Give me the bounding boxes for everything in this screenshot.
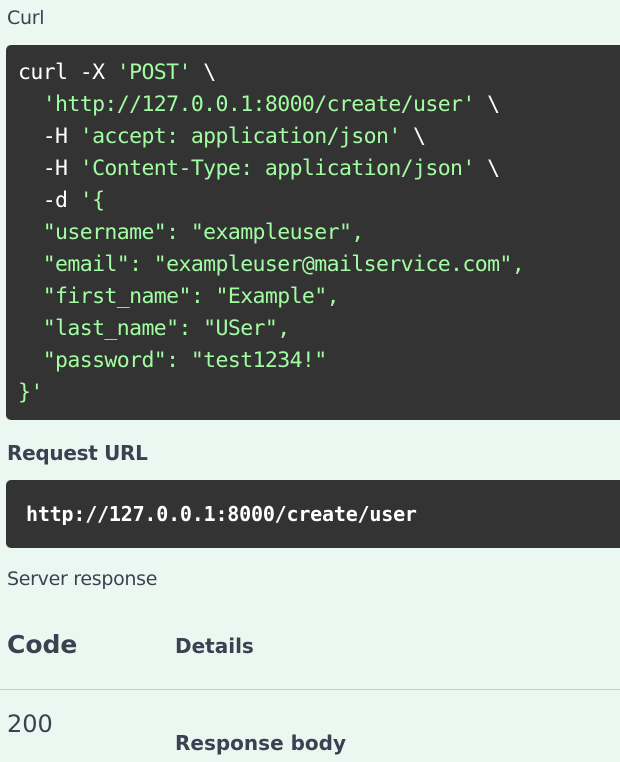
request-url-block[interactable]: http://127.0.0.1:8000/create/user bbox=[6, 480, 620, 548]
code-token: \ bbox=[474, 92, 500, 117]
code-string-token: 'http://127.0.0.1:8000/create/user' bbox=[42, 92, 476, 117]
code-string-token: "first_name": "Example", bbox=[18, 284, 340, 309]
table-divider bbox=[0, 689, 620, 690]
curl-code-line: curl -X 'POST' \ bbox=[18, 57, 620, 89]
curl-code-line: }' bbox=[18, 377, 620, 409]
code-string-token: "email": "exampleuser@mailservice.com", bbox=[18, 252, 525, 277]
request-url-value: http://127.0.0.1:8000/create/user bbox=[26, 502, 417, 526]
curl-code-line: 'http://127.0.0.1:8000/create/user' \ bbox=[18, 89, 620, 121]
curl-code-line: "email": "exampleuser@mailservice.com", bbox=[18, 249, 620, 281]
code-token: \ bbox=[474, 156, 500, 181]
code-token: -d bbox=[18, 188, 80, 213]
code-string-token: 'accept: application/json' bbox=[79, 124, 402, 149]
code-string-token: }' bbox=[18, 380, 43, 405]
code-string-token: "username": "exampleuser", bbox=[18, 220, 365, 245]
curl-code-line: "first_name": "Example", bbox=[18, 281, 620, 313]
code-string-token: "last_name": "USer", bbox=[18, 316, 290, 341]
curl-code-line: -d '{ bbox=[18, 185, 620, 217]
server-response-label: Server response bbox=[7, 568, 158, 590]
response-table-header: Code Details bbox=[7, 630, 620, 660]
curl-code-block[interactable]: curl -X 'POST' \ 'http://127.0.0.1:8000/… bbox=[6, 45, 620, 420]
curl-code-line: -H 'accept: application/json' \ bbox=[18, 121, 620, 153]
code-string-token: "password": "test1234!" bbox=[18, 348, 328, 373]
code-token: -H bbox=[18, 124, 80, 149]
code-token: curl -X bbox=[18, 60, 117, 85]
code-string-token: 'POST' bbox=[116, 60, 192, 85]
response-status-code: 200 bbox=[7, 710, 53, 738]
code-token: \ bbox=[190, 60, 216, 85]
curl-code-line: -H 'Content-Type: application/json' \ bbox=[18, 153, 620, 185]
curl-code-line: "password": "test1234!" bbox=[18, 345, 620, 377]
code-token: -H bbox=[18, 156, 80, 181]
request-url-label: Request URL bbox=[7, 441, 148, 465]
code-column-header: Code bbox=[7, 630, 78, 659]
curl-label: Curl bbox=[7, 7, 45, 29]
curl-code-line: "last_name": "USer", bbox=[18, 313, 620, 345]
response-body-label: Response body bbox=[175, 731, 347, 755]
code-token: \ bbox=[400, 124, 426, 149]
details-column-header: Details bbox=[175, 634, 254, 658]
code-string-token: 'Content-Type: application/json' bbox=[79, 156, 476, 181]
curl-code-line: "username": "exampleuser", bbox=[18, 217, 620, 249]
code-string-token: '{ bbox=[79, 188, 105, 213]
